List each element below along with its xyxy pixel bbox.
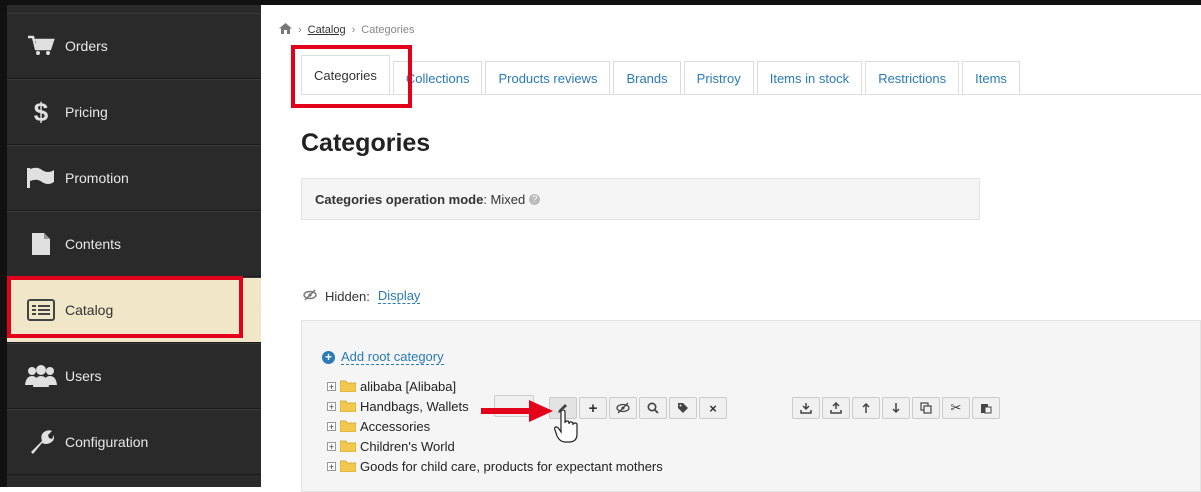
close-icon[interactable]: × (699, 397, 727, 419)
sidebar-item-label: Orders (65, 38, 108, 54)
breadcrumb-current: Categories (361, 24, 415, 36)
tab-items[interactable]: Items (962, 61, 1020, 95)
folder-icon (340, 420, 356, 432)
breadcrumb-link-catalog[interactable]: Catalog (308, 24, 346, 36)
breadcrumb: › Catalog › Categories (279, 23, 414, 37)
expand-icon[interactable]: + (327, 441, 336, 451)
search-icon[interactable] (639, 397, 667, 419)
tab-restrictions[interactable]: Restrictions (865, 61, 960, 95)
sidebar-item-label: Users (65, 368, 102, 384)
tree-row[interactable]: + Goods for child care, products for exp… (327, 457, 663, 475)
arrow-down-icon[interactable] (882, 397, 910, 419)
folder-icon (340, 440, 356, 452)
tab-pristroy[interactable]: Pristroy (683, 61, 754, 95)
flag-icon (25, 165, 57, 191)
dollar-icon: $ (33, 96, 49, 127)
tree-row-label: Handbags, Wallets (360, 398, 469, 414)
sidebar-item-label: Promotion (65, 170, 129, 186)
expand-icon[interactable]: + (327, 461, 336, 471)
expand-icon[interactable]: + (327, 421, 336, 431)
tree-row[interactable]: + Children's World (327, 437, 455, 455)
tree-row-label: alibaba [Alibaba] (360, 378, 457, 394)
arrow-up-icon[interactable] (852, 397, 880, 419)
page-title: Categories (301, 129, 431, 157)
users-icon (25, 363, 57, 389)
sidebar-item-label: Contents (65, 236, 122, 252)
import-icon[interactable] (792, 397, 820, 419)
tag-icon[interactable] (669, 397, 697, 419)
highlight-box-categories-tab (291, 45, 412, 108)
breadcrumb-separator: › (298, 24, 302, 36)
home-icon[interactable] (279, 23, 292, 37)
sidebar-item-orders[interactable]: Orders (7, 13, 261, 79)
display-link[interactable]: Display (377, 288, 421, 304)
copy-icon[interactable] (912, 397, 940, 419)
export-icon[interactable] (822, 397, 850, 419)
tree-row[interactable]: + Accessories (327, 417, 430, 435)
folder-icon (340, 400, 356, 412)
sidebar-item-configuration[interactable]: Configuration (7, 409, 261, 475)
annotation-arrow-icon (481, 400, 553, 422)
category-tree-panel: + Add root category + alibaba [Alibaba] … (301, 320, 1201, 492)
sidebar-item-contents[interactable]: Contents (7, 211, 261, 277)
sidebar-item-label: Configuration (65, 434, 149, 450)
hand-cursor-icon (554, 410, 578, 443)
category-toolbar-secondary: ✂ (792, 397, 1002, 421)
operation-mode-label: Categories operation mode (315, 191, 484, 207)
eye-slash-icon (303, 289, 317, 304)
hidden-label: Hidden: (325, 288, 370, 304)
cut-icon[interactable]: ✂ (942, 397, 970, 419)
tab-products-reviews[interactable]: Products reviews (485, 61, 611, 95)
hidden-toggle-row: Hidden: Display (303, 288, 421, 304)
folder-icon (340, 380, 356, 392)
sidebar-item-label: Pricing (65, 104, 108, 120)
add-root-category-link[interactable]: + Add root category (322, 349, 444, 365)
tree-row-label: Accessories (360, 418, 431, 434)
paste-icon[interactable] (972, 397, 1000, 419)
help-icon[interactable]: ? (529, 193, 541, 205)
breadcrumb-separator: › (351, 24, 356, 36)
tab-brands[interactable]: Brands (613, 61, 681, 95)
sidebar-item-users[interactable]: Users (7, 343, 261, 409)
tree-row[interactable]: + Handbags, Wallets (327, 397, 469, 415)
tree-row-label: Goods for child care, products for expec… (360, 458, 663, 474)
sidebar: Orders $ Pricing Promotion Contents Cata… (7, 5, 261, 487)
window-frame-left (0, 0, 7, 487)
highlight-box-catalog (7, 276, 243, 338)
folder-icon (340, 460, 356, 472)
tab-items-in-stock[interactable]: Items in stock (756, 61, 863, 95)
plus-icon[interactable]: + (579, 397, 607, 419)
expand-icon[interactable]: + (327, 381, 336, 391)
sidebar-item-pricing[interactable]: $ Pricing (7, 79, 261, 145)
add-root-label: Add root category (341, 349, 444, 365)
tree-row-label: Children's World (360, 438, 455, 454)
tree-row[interactable]: + alibaba [Alibaba] (327, 377, 456, 395)
plus-circle-icon: + (322, 350, 335, 364)
eye-slash-icon[interactable] (609, 397, 637, 419)
expand-icon[interactable]: + (327, 401, 336, 411)
main-content: › Catalog › Categories Categories Collec… (261, 5, 1201, 492)
cart-icon (25, 33, 57, 59)
operation-mode-value: : Mixed (483, 191, 526, 207)
tab-divider (301, 94, 1201, 95)
wrench-icon (25, 429, 57, 455)
document-icon (25, 231, 57, 257)
sidebar-item-promotion[interactable]: Promotion (7, 145, 261, 211)
operation-mode-panel: Categories operation mode: Mixed ? (301, 178, 980, 220)
